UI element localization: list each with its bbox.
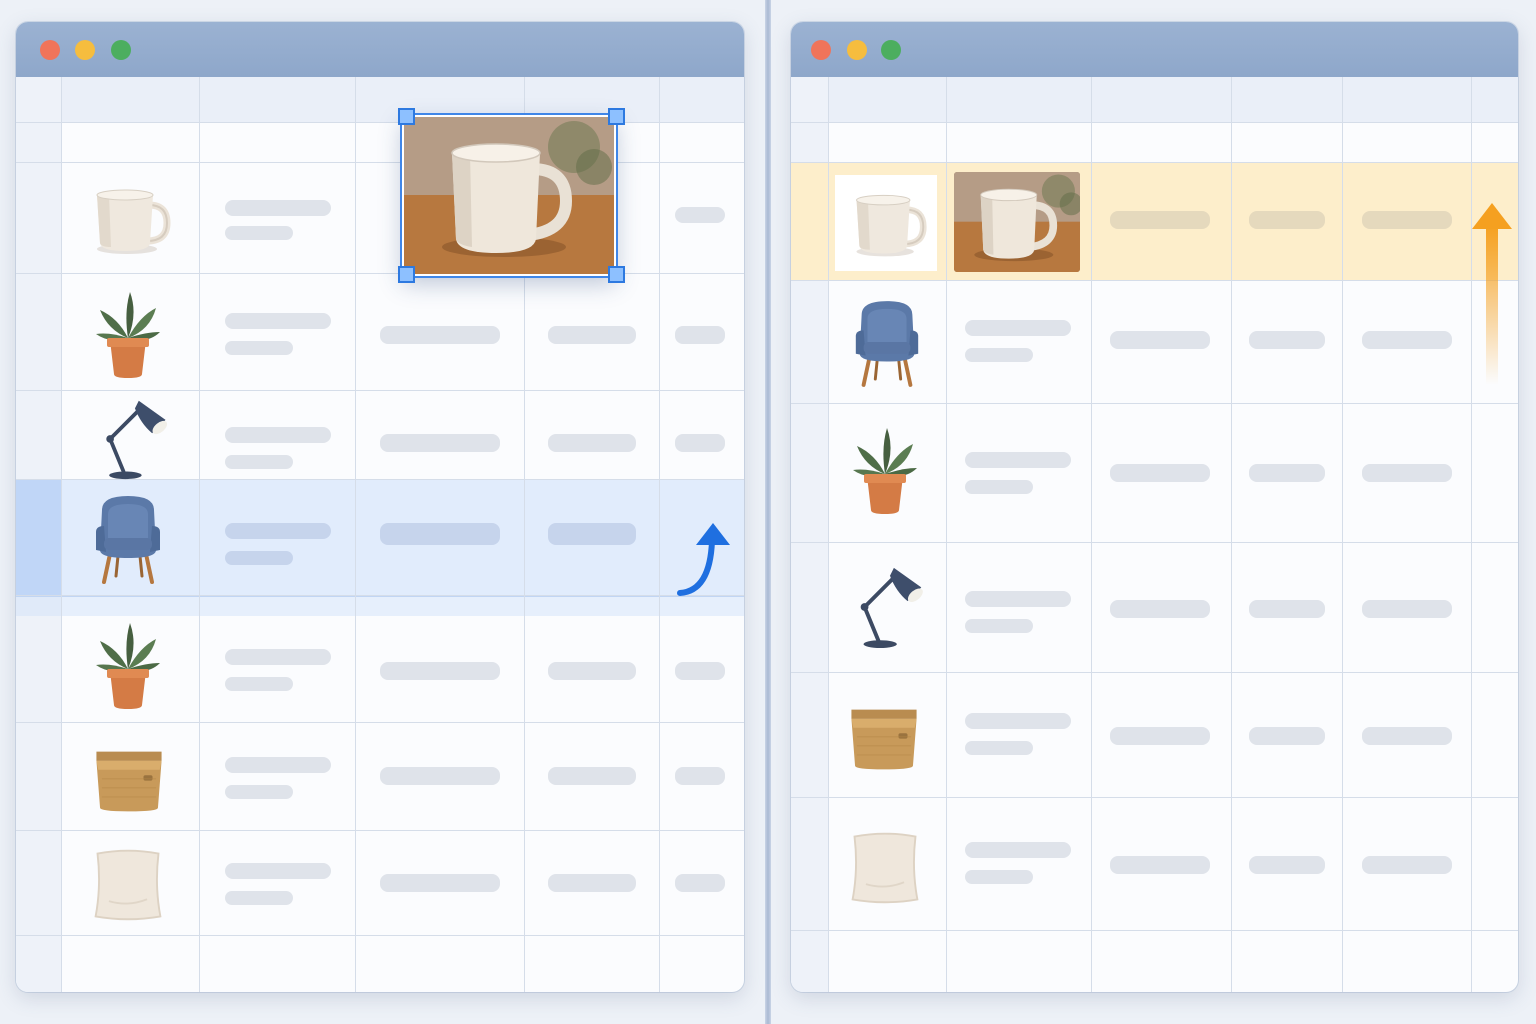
placeholder-text (1110, 727, 1210, 745)
placeholder-text (1249, 211, 1325, 229)
placeholder-text (965, 619, 1033, 633)
split-divider (765, 0, 771, 1024)
resize-handle-top-right[interactable] (608, 108, 625, 125)
placeholder-text (225, 863, 331, 879)
placeholder-text (675, 662, 725, 680)
mug-icon (84, 179, 176, 259)
placeholder-text (1110, 600, 1210, 618)
minimize-button[interactable] (847, 40, 867, 60)
desk-lamp-icon (847, 561, 931, 651)
placeholder-text (965, 842, 1071, 858)
placeholder-text (1110, 464, 1210, 482)
potted-plant-icon (88, 287, 168, 381)
mug-photo[interactable] (400, 113, 618, 278)
spreadsheet-grid (791, 77, 1518, 992)
arrow-up-icon (674, 501, 736, 597)
placeholder-text (225, 200, 331, 216)
resize-handle-top-left[interactable] (398, 108, 415, 125)
placeholder-text (1110, 211, 1210, 229)
placeholder-text (225, 551, 293, 565)
placeholder-text (225, 523, 331, 539)
placeholder-text (965, 713, 1071, 729)
spreadsheet-grid (16, 77, 744, 992)
placeholder-text (1362, 600, 1452, 618)
maximize-button[interactable] (881, 40, 901, 60)
placeholder-text (548, 523, 636, 545)
placeholder-text (675, 767, 725, 785)
placeholder-text (380, 434, 500, 452)
placeholder-text (225, 677, 293, 691)
column-header-row (16, 77, 744, 122)
placeholder-text (548, 662, 636, 680)
minimize-button[interactable] (75, 40, 95, 60)
close-button[interactable] (811, 40, 831, 60)
placeholder-text (965, 480, 1033, 494)
placeholder-text (548, 434, 636, 452)
placeholder-text (225, 891, 293, 905)
placeholder-text (380, 767, 500, 785)
drag-drop-gap (16, 596, 744, 616)
resize-handle-bottom-right[interactable] (608, 266, 625, 283)
placeholder-text (225, 785, 293, 799)
placeholder-text (548, 767, 636, 785)
placeholder-text (548, 874, 636, 892)
placeholder-text (225, 341, 293, 355)
placeholder-text (225, 757, 331, 773)
placeholder-text (380, 326, 500, 344)
placeholder-text (1249, 856, 1325, 874)
placeholder-text (965, 741, 1033, 755)
placeholder-text (225, 649, 331, 665)
placeholder-text (675, 434, 725, 452)
potted-plant-icon (843, 422, 927, 518)
placeholder-text (965, 870, 1033, 884)
storage-basket-icon (84, 737, 174, 817)
mug-photo[interactable] (954, 172, 1080, 272)
placeholder-text (675, 207, 725, 223)
title-bar (791, 22, 1518, 77)
cushion-icon (841, 825, 929, 909)
close-button[interactable] (40, 40, 60, 60)
right-window (791, 22, 1518, 992)
placeholder-text (675, 326, 725, 344)
left-window (16, 22, 744, 992)
placeholder-text (548, 326, 636, 344)
placeholder-text (965, 452, 1071, 468)
placeholder-text (225, 427, 331, 443)
placeholder-text (1362, 727, 1452, 745)
placeholder-text (380, 874, 500, 892)
column-header-row (791, 77, 1518, 122)
armchair-icon (847, 295, 927, 391)
placeholder-text (225, 226, 293, 240)
mug-icon (845, 181, 931, 265)
placeholder-text (675, 874, 725, 892)
placeholder-text (1362, 856, 1452, 874)
placeholder-text (380, 523, 500, 545)
placeholder-text (1110, 331, 1210, 349)
placeholder-text (225, 313, 331, 329)
placeholder-text (1249, 331, 1325, 349)
placeholder-text (1249, 600, 1325, 618)
placeholder-text (225, 455, 293, 469)
placeholder-text (380, 662, 500, 680)
placeholder-text (1110, 856, 1210, 874)
placeholder-text (965, 320, 1071, 336)
armchair-icon (88, 491, 168, 587)
placeholder-text (1362, 331, 1452, 349)
placeholder-text (965, 591, 1071, 607)
placeholder-text (1249, 727, 1325, 745)
resize-handle-bottom-left[interactable] (398, 266, 415, 283)
storage-basket-icon (839, 695, 929, 775)
placeholder-text (965, 348, 1033, 362)
placeholder-text (1249, 464, 1325, 482)
potted-plant-icon (88, 617, 168, 713)
cushion-icon (84, 843, 172, 925)
arrow-up-icon (1469, 199, 1515, 389)
placeholder-text (1362, 464, 1452, 482)
desk-lamp-icon (94, 395, 174, 481)
title-bar (16, 22, 744, 77)
maximize-button[interactable] (111, 40, 131, 60)
placeholder-text (1362, 211, 1452, 229)
